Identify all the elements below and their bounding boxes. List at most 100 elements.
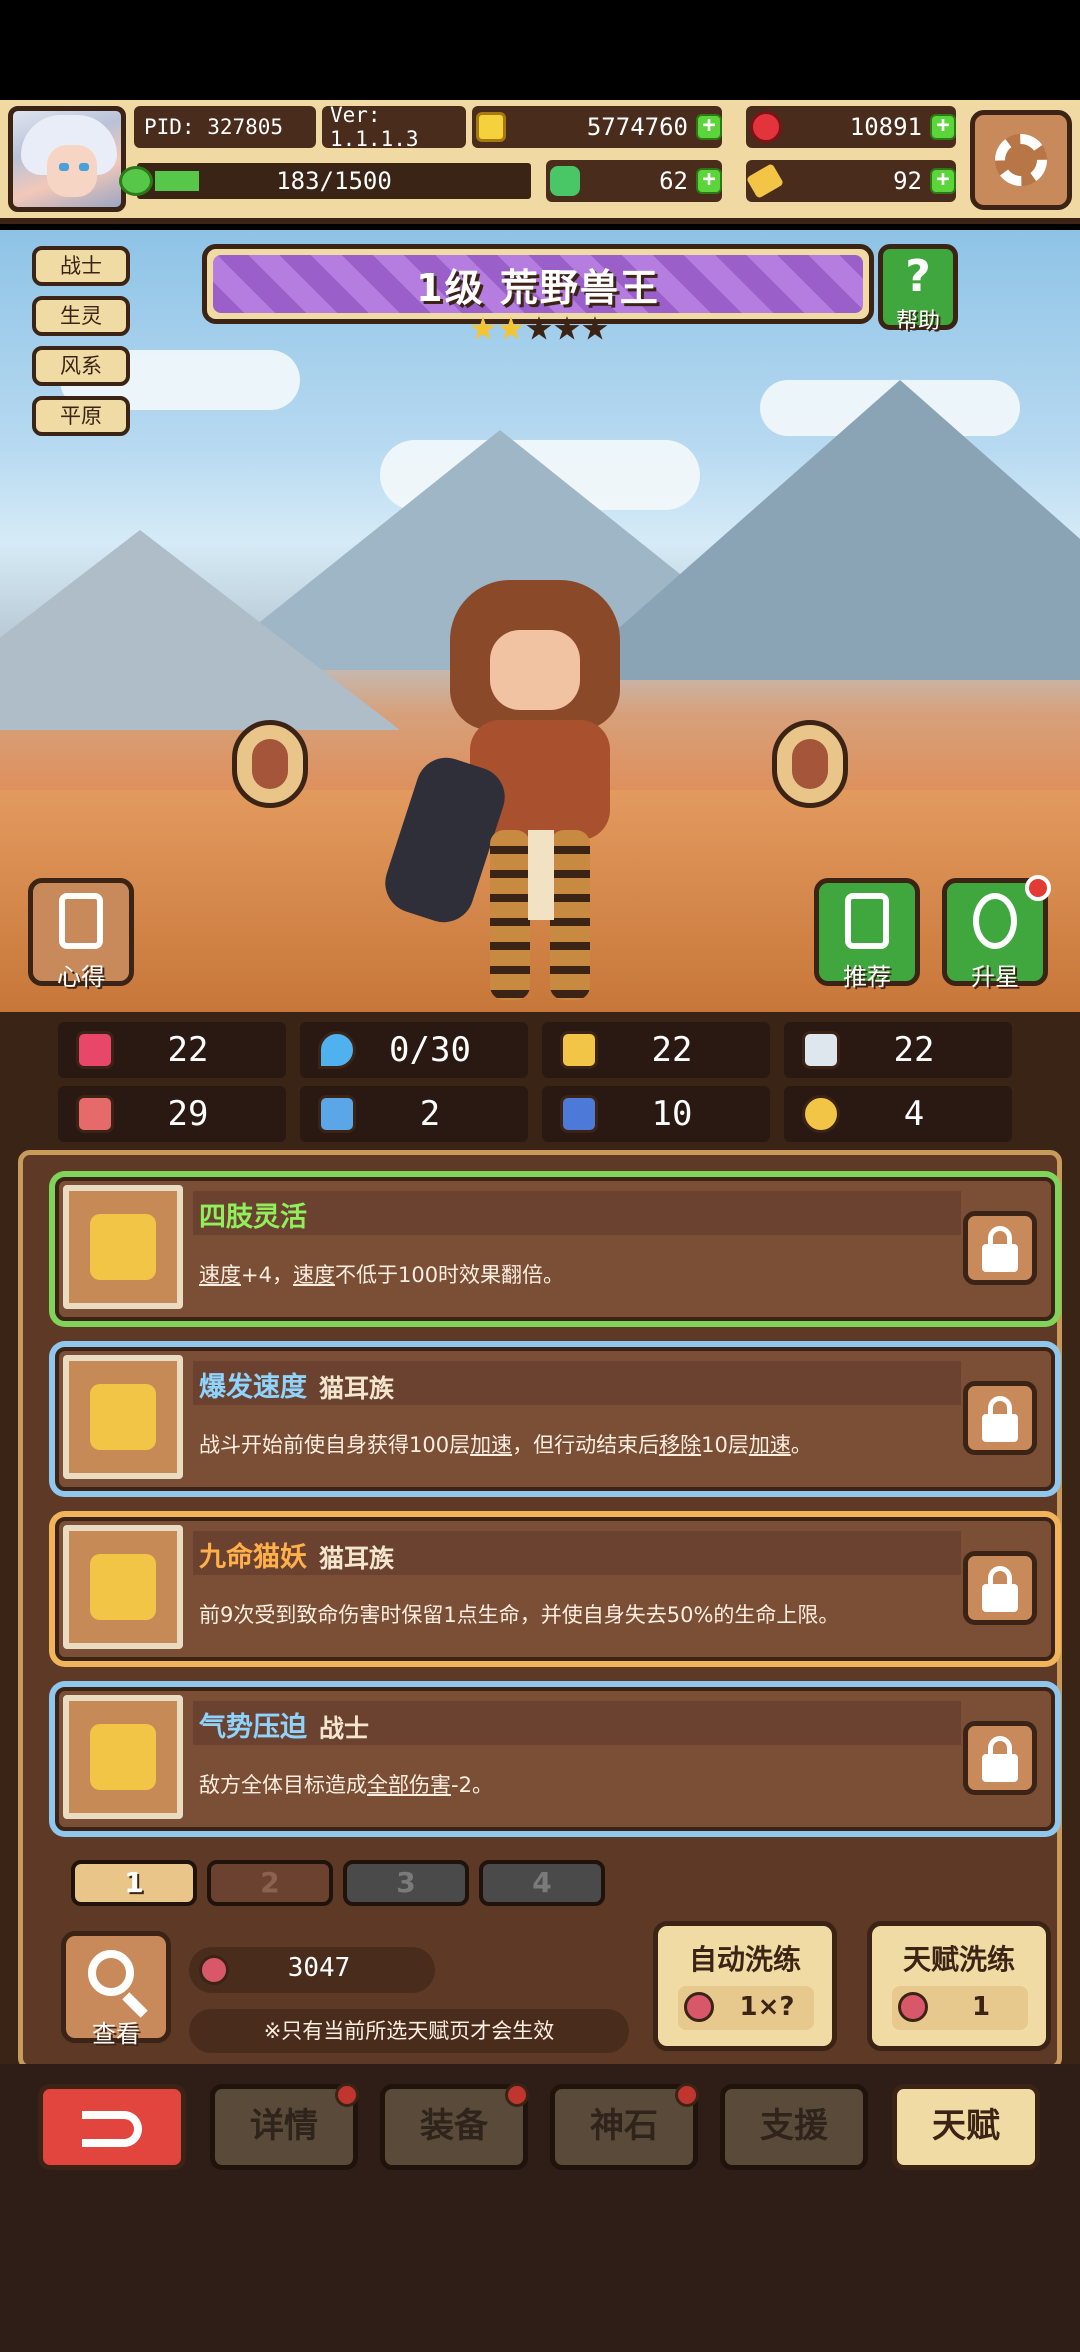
keyword-link[interactable]: 全部伤害 — [367, 1773, 451, 1797]
talent-lock-button[interactable] — [963, 1551, 1037, 1625]
talent-wash-button[interactable]: 天赋洗练 1 — [867, 1921, 1051, 2051]
tag-element[interactable]: 风系 — [32, 346, 130, 386]
gem-counter: 10891 + — [746, 106, 956, 148]
stamina-bar: 183/1500 — [119, 160, 534, 202]
page-tab-2[interactable]: 2 — [207, 1860, 333, 1906]
star-up-button[interactable]: 升星 — [942, 875, 1051, 991]
talent-wash-cost-value: 1 — [971, 1992, 991, 2022]
talent-card[interactable]: 爆发速度 猫耳族 战斗开始前使自身获得100层加速，但行动结束后移除10层加速。 — [49, 1341, 1061, 1497]
hero-title-banner: 1级 荒野兽王 — [202, 244, 874, 324]
stat-magic: 2 — [300, 1086, 528, 1142]
auto-wash-button[interactable]: 自动洗练 1×? — [653, 1921, 837, 2051]
page-tab-1[interactable]: 1 — [71, 1860, 197, 1906]
talent-icon-frame — [63, 1185, 183, 1309]
fruit-amount: 3047 — [287, 1953, 351, 1983]
book-icon — [318, 1095, 356, 1133]
add-ticket-button[interactable]: + — [930, 168, 956, 194]
talent-name-band — [193, 1361, 961, 1405]
arrow-right-icon — [792, 739, 828, 789]
page-tab-4[interactable]: 4 — [479, 1860, 605, 1906]
talent-wash-cost: 1 — [892, 1986, 1028, 2030]
fruit-icon — [199, 1955, 229, 1985]
help-button[interactable]: ? 帮助 — [878, 244, 958, 334]
notification-dot — [675, 2083, 699, 2107]
talent-lock-button[interactable] — [963, 1721, 1037, 1795]
description-text: +4， — [241, 1263, 293, 1287]
add-gold-button[interactable]: + — [696, 114, 722, 140]
horn-icon — [802, 1095, 840, 1133]
talent-emblem-icon — [90, 1214, 156, 1280]
previous-hero-button[interactable] — [232, 720, 308, 808]
insight-button[interactable]: 心得 — [28, 878, 134, 991]
tag-class[interactable]: 战士 — [32, 246, 130, 286]
stat-value: 0/30 — [389, 1030, 471, 1070]
heart-icon — [76, 1031, 114, 1069]
stat-defense: 22 — [542, 1022, 770, 1078]
talent-card[interactable]: 四肢灵活 速度+4，速度不低于100时效果翻倍。 — [49, 1171, 1061, 1327]
stat-value: 10 — [651, 1094, 693, 1134]
clover-amount: 62 — [659, 167, 688, 195]
stat-value: 2 — [419, 1094, 441, 1134]
talent-name: 九命猫妖 — [199, 1542, 307, 1573]
stat-value: 22 — [167, 1030, 209, 1070]
keyword-link[interactable]: 加速 — [470, 1433, 512, 1457]
hero-star-rating — [470, 316, 608, 342]
nav-details-label: 详情 — [250, 2106, 318, 2146]
keyword-link[interactable]: 速度 — [199, 1263, 241, 1287]
auto-wash-label: 自动洗练 — [688, 1943, 801, 1976]
ticket-amount: 92 — [893, 167, 922, 195]
fruit-counter: 3047 — [189, 1947, 435, 1993]
nav-talent[interactable]: 天赋 — [892, 2084, 1040, 2170]
stat-evasion: 22 — [784, 1022, 1012, 1078]
question-mark-icon: ? — [905, 251, 931, 302]
clover-counter: 62 + — [546, 160, 722, 202]
scroll-icon — [59, 893, 103, 949]
talent-icon-frame — [63, 1525, 183, 1649]
view-label: 查看 — [92, 2020, 140, 2048]
add-gem-button[interactable]: + — [930, 114, 956, 140]
talent-frame: 四肢灵活 速度+4，速度不低于100时效果翻倍。 爆发速度 猫耳族 战斗开始前使自身获得… — [18, 1150, 1062, 2070]
next-hero-button[interactable] — [772, 720, 848, 808]
nav-details[interactable]: 详情 — [210, 2083, 359, 2170]
talent-card-body: 四肢灵活 速度+4，速度不低于100时效果翻倍。 — [55, 1177, 1055, 1321]
nav-support[interactable]: 支援 — [720, 2084, 868, 2170]
talent-card[interactable]: 九命猫妖 猫耳族 前9次受到致命伤害时保留1点生命，并使自身失去50%的生命上限。 — [49, 1511, 1061, 1667]
star-filled-icon — [470, 316, 496, 340]
nav-talent-label: 天赋 — [932, 2106, 1000, 2146]
talent-icon-frame — [63, 1355, 183, 1479]
talent-wash-label: 天赋洗练 — [902, 1943, 1015, 1976]
nav-god-stone[interactable]: 神石 — [550, 2083, 699, 2170]
description-text: 战斗开始前使自身获得100层 — [199, 1433, 471, 1457]
settings-button[interactable] — [970, 110, 1072, 210]
star-empty-icon — [554, 316, 580, 340]
insight-label: 心得 — [57, 963, 105, 991]
talent-lock-button[interactable] — [963, 1381, 1037, 1455]
tag-race[interactable]: 生灵 — [32, 296, 130, 336]
description-text: -2。 — [451, 1773, 493, 1797]
nav-equipment[interactable]: 装备 — [380, 2083, 529, 2170]
stat-value: 29 — [167, 1094, 209, 1134]
talent-name: 四肢灵活 — [199, 1202, 307, 1233]
stat-value: 4 — [903, 1094, 925, 1134]
talent-card[interactable]: 气势压迫 战士 敌方全体目标造成全部伤害-2。 — [49, 1681, 1061, 1837]
wing-icon — [802, 1031, 840, 1069]
help-label: 帮助 — [895, 309, 940, 334]
description-text: 10层 — [701, 1433, 749, 1457]
page-tab-3[interactable]: 3 — [343, 1860, 469, 1906]
keyword-link[interactable]: 速度 — [293, 1263, 335, 1287]
back-button[interactable] — [38, 2084, 186, 2170]
add-clover-button[interactable]: + — [696, 168, 722, 194]
talent-lock-button[interactable] — [963, 1211, 1037, 1285]
keyword-link[interactable]: 加速 — [749, 1433, 791, 1457]
player-avatar[interactable] — [8, 106, 126, 212]
star-up-label: 升星 — [971, 963, 1019, 991]
description-text: 敌方全体目标造成 — [199, 1773, 367, 1797]
tag-terrain[interactable]: 平原 — [32, 396, 130, 436]
keyword-link[interactable]: 移除 — [659, 1433, 701, 1457]
recommend-label: 推荐 — [843, 963, 891, 991]
arrow-left-icon — [252, 739, 288, 789]
description-text: 不低于100时效果翻倍。 — [334, 1263, 565, 1287]
view-button[interactable]: 查看 — [61, 1931, 171, 2048]
recommend-button[interactable]: 推荐 — [814, 878, 920, 991]
stamina-value: 183/1500 — [276, 167, 392, 195]
